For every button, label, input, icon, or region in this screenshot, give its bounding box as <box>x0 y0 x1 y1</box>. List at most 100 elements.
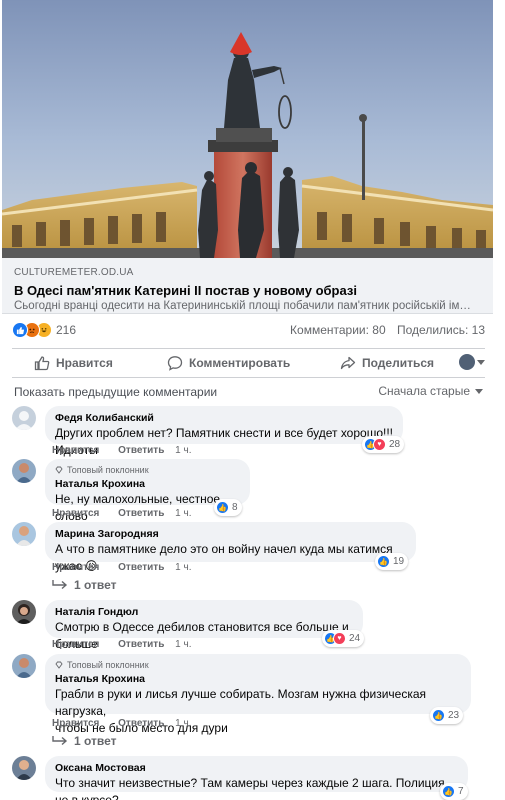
like-reaction-icon: 👍 <box>377 555 390 568</box>
comment-like-link[interactable]: Нравится <box>52 639 99 650</box>
reply-arrow-icon <box>52 580 68 590</box>
like-reaction-icon <box>12 322 28 338</box>
comments-header: Показать предыдущие комментарии Сначала … <box>12 384 485 400</box>
chevron-down-icon <box>475 388 483 394</box>
comment-bubble: Федя Колибанский Других проблем нет? Пам… <box>45 406 403 457</box>
comment-author[interactable]: Наталія Гондюл <box>55 605 353 619</box>
reply-arrow-icon <box>52 736 68 746</box>
avatar[interactable] <box>12 522 36 546</box>
comment-author[interactable]: Марина Загородняя <box>55 527 406 541</box>
avatar[interactable] <box>12 406 36 430</box>
comment-reaction-count: 7 <box>458 786 464 797</box>
comment-timestamp[interactable]: 1 ч. <box>175 639 191 650</box>
like-button[interactable]: Нравится <box>34 349 113 377</box>
comment-reply-link[interactable]: Ответить <box>118 562 164 573</box>
show-previous-comments-link[interactable]: Показать предыдущие комментарии <box>14 385 217 399</box>
comment-reactions[interactable]: 👍 23 <box>430 707 464 724</box>
reaction-summary: 216 Комментарии: 80 Поделились: 13 <box>12 320 485 342</box>
comment-bubble: Марина Загородняя А что в памятнике дело… <box>45 522 416 573</box>
comment-bubble: Топовый поклонник Наталья Крохина Грабли… <box>45 654 471 735</box>
comment-timestamp[interactable]: 1 ч. <box>175 718 191 729</box>
comment-like-link[interactable]: Нравится <box>52 562 99 573</box>
user-avatar-icon <box>459 354 475 370</box>
comment: Оксана Мостовая Что значит неизвестные? … <box>12 756 492 800</box>
link-preview[interactable]: CULTUREMETER.OD.UA В Одесі пам'ятник Кат… <box>2 258 493 314</box>
comment-reactions[interactable]: 👍 19 <box>375 553 409 570</box>
heart-reaction-icon: ♥ <box>333 632 346 645</box>
monument-photo <box>2 0 493 258</box>
top-fan-badge: Топовый поклонник <box>55 659 461 671</box>
comment-author[interactable]: Наталья Крохина <box>55 477 240 491</box>
comment: Наталія Гондюл Смотрю в Одессе дебилов с… <box>12 600 492 651</box>
comment-author[interactable]: Наталья Крохина <box>55 672 461 686</box>
comment-sort-dropdown[interactable]: Сначала старые <box>378 384 483 398</box>
comments-count[interactable]: Комментарии: 80 <box>290 323 386 337</box>
top-fan-label: Топовый поклонник <box>67 660 149 670</box>
comment-actions: Нравится Ответить 1 ч. <box>52 562 207 573</box>
reaction-icons[interactable] <box>12 322 56 340</box>
comment-timestamp[interactable]: 1 ч. <box>175 445 191 456</box>
share-icon <box>340 355 356 371</box>
share-button[interactable]: Поделиться <box>340 349 434 377</box>
comment-like-link[interactable]: Нравится <box>52 718 99 729</box>
audience-selector[interactable] <box>459 354 485 372</box>
diamond-icon <box>55 466 63 474</box>
share-label: Поделиться <box>362 356 435 370</box>
comment-reply-link[interactable]: Ответить <box>118 639 164 650</box>
comment: Топовый поклонник Наталья Крохина Грабли… <box>12 654 492 748</box>
comment-bubble: Наталія Гондюл Смотрю в Одессе дебилов с… <box>45 600 363 651</box>
avatar[interactable] <box>12 459 36 483</box>
comment-reaction-count: 23 <box>448 710 460 721</box>
replies-count: 1 ответ <box>74 734 117 748</box>
link-domain: CULTUREMETER.OD.UA <box>14 267 134 278</box>
comment-bubble: Топовый поклонник Наталья Крохина Не, ну… <box>45 459 250 523</box>
comment-icon <box>167 355 183 371</box>
comment-reactions[interactable]: 👍 8 <box>214 499 242 516</box>
post-action-bar: Нравится Комментировать Поделиться <box>12 348 485 378</box>
view-replies-link[interactable]: 1 ответ <box>52 578 117 592</box>
replies-count: 1 ответ <box>74 578 117 592</box>
comment-author[interactable]: Федя Колибанский <box>55 411 393 425</box>
comment-reaction-count: 28 <box>389 439 401 450</box>
comment-actions: Нравится Ответить 1 ч. <box>52 508 207 519</box>
comment-reply-link[interactable]: Ответить <box>118 445 164 456</box>
comment-timestamp[interactable]: 1 ч. <box>175 508 191 519</box>
top-fan-label: Топовый поклонник <box>67 465 149 475</box>
comment-timestamp[interactable]: 1 ч. <box>175 562 191 573</box>
reaction-count[interactable]: 216 <box>56 323 76 337</box>
comment: Федя Колибанский Других проблем нет? Пам… <box>12 406 492 457</box>
comment-reactions[interactable]: 👍 ♥ 24 <box>322 630 365 647</box>
comment-button[interactable]: Комментировать <box>167 349 290 377</box>
comment-reply-link[interactable]: Ответить <box>118 508 164 519</box>
comment-like-link[interactable]: Нравится <box>52 508 99 519</box>
comment-reaction-count: 8 <box>232 502 238 513</box>
comment-reply-link[interactable]: Ответить <box>118 718 164 729</box>
comment-reactions[interactable]: 👍 7 <box>440 783 468 800</box>
heart-reaction-icon: ♥ <box>373 438 386 451</box>
post-link-image[interactable] <box>2 0 493 258</box>
like-reaction-icon: 👍 <box>432 709 445 722</box>
comment-reaction-count: 24 <box>349 633 361 644</box>
view-replies-link[interactable]: 1 ответ <box>52 734 117 748</box>
top-fan-badge: Топовый поклонник <box>55 464 240 476</box>
engagement-counts: Комментарии: 80 Поделились: 13 <box>282 323 485 337</box>
comment-author[interactable]: Оксана Мостовая <box>55 761 458 775</box>
shares-count[interactable]: Поделились: 13 <box>397 323 485 337</box>
comment: Марина Загородняя А что в памятнике дело… <box>12 522 492 596</box>
link-title[interactable]: В Одесі пам'ятник Катерині ІІ постав у н… <box>14 282 481 299</box>
avatar[interactable] <box>12 756 36 780</box>
comment-reaction-count: 19 <box>393 556 405 567</box>
avatar[interactable] <box>12 654 36 678</box>
link-description: Сьогодні вранці одесити на Катерининські… <box>14 300 476 312</box>
avatar[interactable] <box>12 600 36 624</box>
diamond-icon <box>55 661 63 669</box>
facebook-post: CULTUREMETER.OD.UA В Одесі пам'ятник Кат… <box>0 0 505 800</box>
comment-text: Что значит неизвестные? Там камеры через… <box>55 776 445 800</box>
comment-reactions[interactable]: 👍 ♥ 28 <box>362 436 405 453</box>
like-reaction-icon: 👍 <box>216 501 229 514</box>
like-label: Нравится <box>56 356 113 370</box>
comment-actions: Нравится Ответить 1 ч. <box>52 639 207 650</box>
comment-like-link[interactable]: Нравится <box>52 445 99 456</box>
thumbs-up-icon <box>34 355 50 371</box>
sort-label: Сначала старые <box>378 384 470 398</box>
